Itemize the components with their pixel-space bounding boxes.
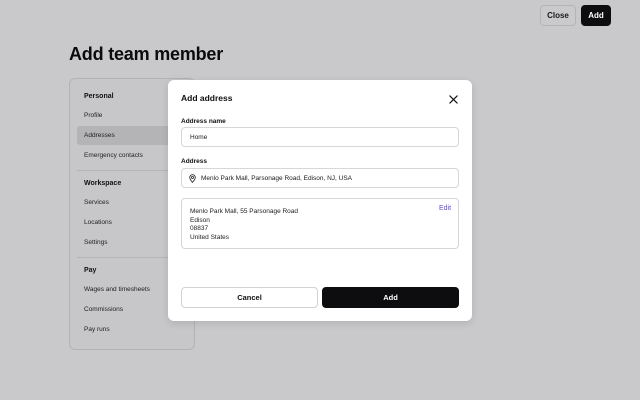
- sidebar-item-locations[interactable]: Locations: [84, 219, 112, 226]
- location-pin-icon: [189, 173, 196, 183]
- sidebar-item-profile[interactable]: Profile: [84, 112, 102, 119]
- page-title: Add team member: [69, 44, 224, 64]
- cancel-button[interactable]: Cancel: [181, 287, 318, 308]
- address-value: Menlo Park Mall, Parsonage Road, Edison,…: [201, 174, 353, 182]
- address-line: Menlo Park Mall, 55 Parsonage Road: [190, 208, 299, 215]
- sidebar-section-pay: Pay: [84, 267, 97, 274]
- address-line: 08837: [190, 225, 209, 232]
- sidebar-item-commissions[interactable]: Commissions: [84, 306, 123, 313]
- address-line: United States: [190, 234, 230, 241]
- add-address-button[interactable]: Add: [322, 287, 459, 308]
- sidebar-item-services[interactable]: Services: [84, 199, 109, 206]
- address-name-value: Home: [190, 133, 208, 141]
- edit-address-link[interactable]: Edit: [439, 205, 451, 212]
- sidebar-item-pay-runs[interactable]: Pay runs: [84, 326, 110, 333]
- sidebar-section-workspace: Workspace: [84, 180, 122, 187]
- sidebar-section-personal: Personal: [84, 93, 114, 100]
- add-address-dialog: Add address Address name Home Address Me…: [168, 80, 472, 321]
- sidebar-item-addresses[interactable]: Addresses: [84, 132, 115, 139]
- address-name-input[interactable]: Home: [181, 127, 459, 147]
- dialog-title: Add address: [181, 93, 233, 103]
- close-button[interactable]: Close: [540, 5, 576, 26]
- add-button[interactable]: Add: [581, 5, 611, 26]
- sidebar-item-emergency-contacts[interactable]: Emergency contacts: [84, 152, 143, 159]
- address-name-label: Address name: [181, 118, 226, 125]
- address-line: Edison: [190, 217, 210, 224]
- sidebar-item-wages-and-timesheets[interactable]: Wages and timesheets: [84, 286, 150, 293]
- address-search-input[interactable]: Menlo Park Mall, Parsonage Road, Edison,…: [181, 168, 459, 188]
- address-label: Address: [181, 158, 208, 165]
- sidebar-item-settings[interactable]: Settings: [84, 239, 108, 246]
- resolved-address-card: Menlo Park Mall, 55 Parsonage Road Ediso…: [181, 198, 459, 249]
- close-icon[interactable]: [447, 93, 459, 105]
